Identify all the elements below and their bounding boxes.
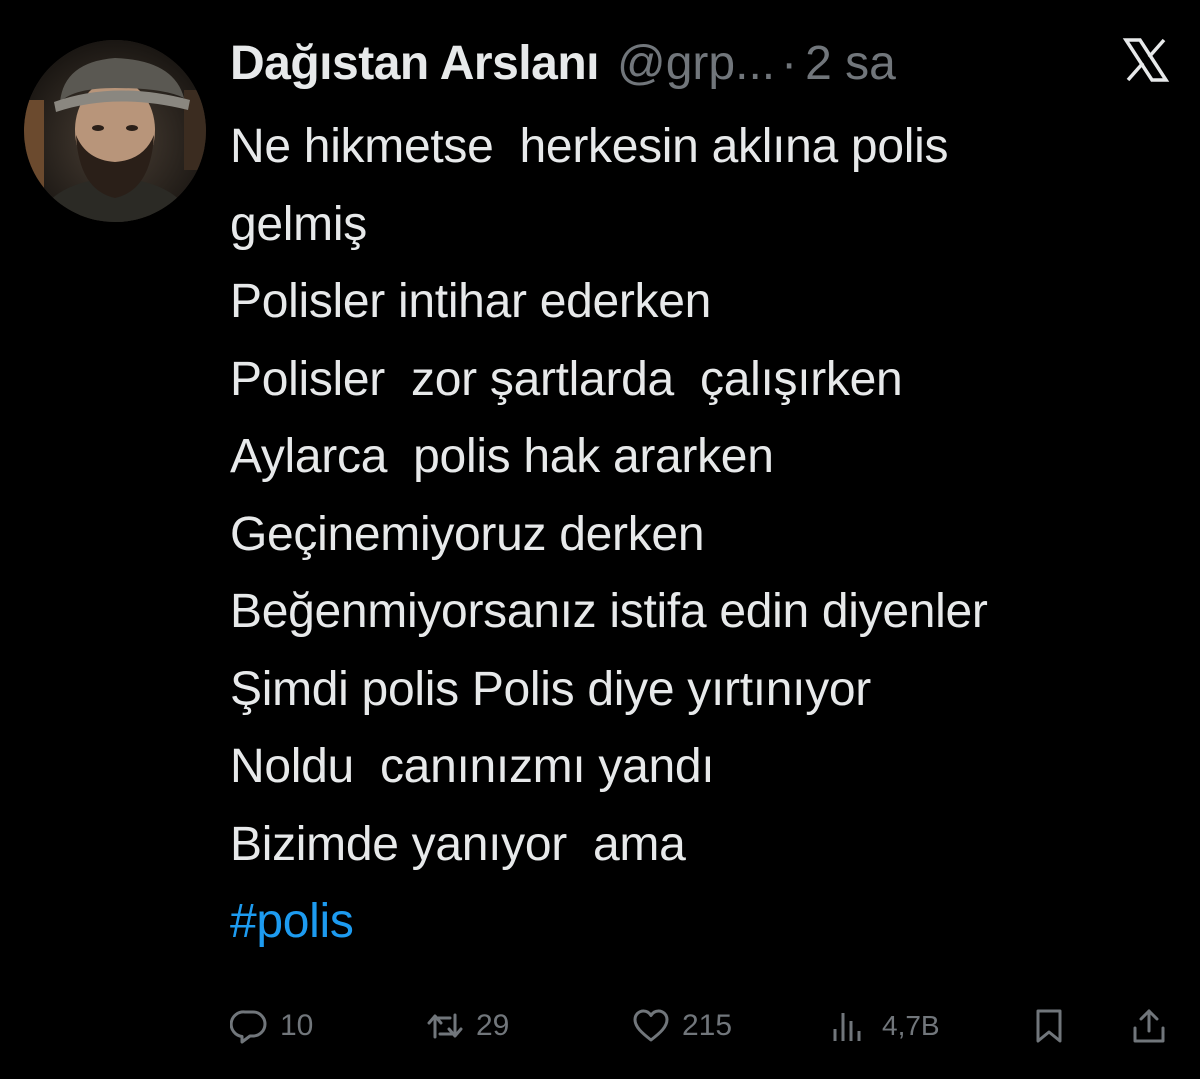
avatar-image xyxy=(24,40,206,222)
reply-icon xyxy=(230,1007,268,1045)
tweet-line: Beğenmiyorsanız istifa edin diyenler xyxy=(230,585,988,638)
retweet-button[interactable]: 29 xyxy=(426,1000,509,1052)
tweet-line: Polisler zor şartlarda çalışırken xyxy=(230,352,903,406)
bookmark-icon xyxy=(1030,1007,1068,1045)
share-button[interactable] xyxy=(1130,1000,1168,1052)
views-count: 4,7B xyxy=(882,1010,940,1041)
like-button[interactable]: 215 xyxy=(632,1000,732,1052)
tweet-line: Bizimde yanıyor ama xyxy=(230,817,686,871)
action-bar: 10 29 215 4,7B xyxy=(0,1000,1200,1052)
avatar[interactable] xyxy=(24,40,206,222)
timestamp[interactable]: 2 sa xyxy=(805,34,896,94)
views-chart-icon xyxy=(830,1007,868,1045)
like-count: 215 xyxy=(682,1009,733,1042)
heart-icon xyxy=(632,1007,670,1045)
display-name[interactable]: Dağıstan Arslanı xyxy=(230,34,600,94)
views-button[interactable]: 4,7B xyxy=(830,1000,940,1052)
tweet-line: Şimdi polis Polis diye yırtınıyor xyxy=(230,662,871,716)
tweet-line: Aylarca polis hak ararken xyxy=(230,430,774,483)
tweet-line: Noldu canınızmı yandı xyxy=(230,740,715,793)
reply-count: 10 xyxy=(280,1009,314,1042)
tweet-header: Dağıstan Arslanı @grp... · 2 sa xyxy=(230,34,896,94)
x-logo-icon xyxy=(1122,38,1170,82)
hashtag-link[interactable]: #polis xyxy=(230,883,354,961)
bookmark-button[interactable] xyxy=(1030,1000,1068,1052)
retweet-count: 29 xyxy=(476,1009,510,1042)
tweet-line: Geçinemiyoruz derken xyxy=(230,507,705,561)
tweet-line: Polisler intihar ederken xyxy=(230,275,712,328)
tweet-line: gelmiş xyxy=(230,197,367,251)
separator-dot: · xyxy=(781,37,798,90)
retweet-icon xyxy=(426,1007,464,1045)
tweet-text: Ne hikmetse herkesin aklına polis gelmiş… xyxy=(230,108,1190,961)
reply-button[interactable]: 10 xyxy=(230,1000,313,1052)
user-handle[interactable]: @grp... xyxy=(617,34,775,94)
tweet-line: Ne hikmetse herkesin aklına polis xyxy=(230,120,949,173)
share-icon xyxy=(1130,1007,1168,1045)
